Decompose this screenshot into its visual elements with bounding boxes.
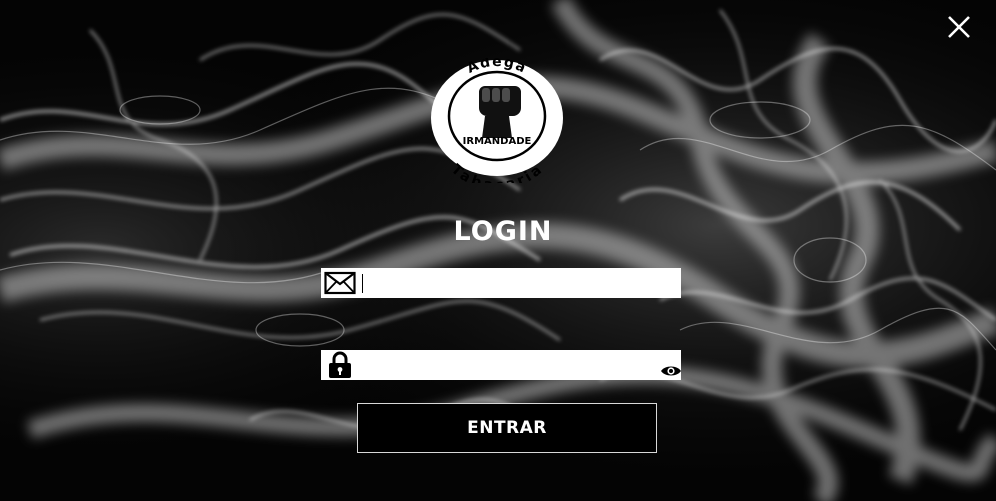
login-title: LOGIN bbox=[453, 216, 553, 247]
login-submit-button[interactable]: ENTRAR bbox=[357, 403, 657, 453]
logo-middle-text: IRMANDADE bbox=[463, 136, 532, 147]
lock-icon bbox=[321, 350, 359, 380]
text-cursor bbox=[362, 274, 363, 293]
login-window: Adega Tabacaria IRMANDADE LOGIN bbox=[0, 0, 996, 501]
envelope-icon bbox=[321, 268, 359, 298]
close-icon bbox=[948, 16, 970, 38]
password-input[interactable] bbox=[361, 352, 669, 378]
close-button[interactable] bbox=[944, 12, 974, 42]
email-field-row bbox=[321, 268, 681, 298]
brand-logo: Adega Tabacaria IRMANDADE bbox=[431, 58, 563, 183]
eye-icon bbox=[661, 366, 681, 376]
email-input[interactable] bbox=[361, 270, 669, 296]
show-password-button[interactable] bbox=[660, 363, 682, 379]
password-field-row bbox=[321, 350, 681, 380]
